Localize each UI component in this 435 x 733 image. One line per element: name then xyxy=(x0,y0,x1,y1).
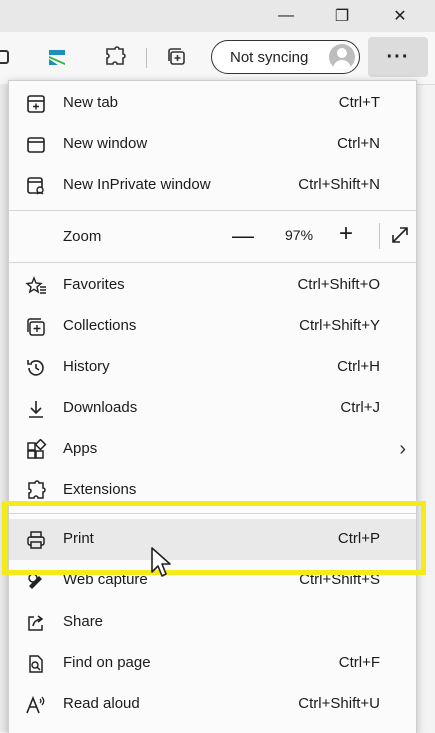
menu-item-label: Downloads xyxy=(63,399,138,416)
menu-item-share[interactable]: Share xyxy=(9,602,416,643)
favorites-icon xyxy=(25,276,46,294)
menu-item-find-on-page[interactable]: Find on page Ctrl+F xyxy=(9,643,416,684)
new-tab-icon xyxy=(27,95,45,113)
collections-icon[interactable] xyxy=(162,42,192,72)
minimize-button[interactable]: — xyxy=(262,0,310,32)
zoom-level: 97% xyxy=(285,227,314,243)
menu-item-read-aloud[interactable]: Read aloud Ctrl+Shift+U xyxy=(9,684,416,725)
profile-avatar xyxy=(329,44,355,70)
read-aloud-icon xyxy=(26,695,45,714)
settings-menu: New tab Ctrl+T New window Ctrl+N New InP… xyxy=(8,80,417,733)
settings-and-more-button[interactable]: ··· xyxy=(368,37,428,77)
toolbar-divider xyxy=(146,48,147,68)
menu-item-shortcut: Ctrl+T xyxy=(338,94,380,111)
menu-item-label: New InPrivate window xyxy=(63,176,211,193)
chevron-right-icon: › xyxy=(399,438,406,460)
extensions-icon xyxy=(28,480,46,499)
menu-item-shortcut: Ctrl+F xyxy=(338,654,380,671)
sync-status-button[interactable]: Not syncing xyxy=(211,40,360,74)
new-window-icon xyxy=(27,137,45,153)
menu-item-label: Read aloud xyxy=(63,695,140,712)
menu-item-new-inprivate-window[interactable]: New InPrivate window Ctrl+Shift+N xyxy=(9,165,416,206)
mouse-pointer-icon xyxy=(151,547,171,577)
collections-icon xyxy=(27,318,45,336)
zoom-out-button[interactable]: — xyxy=(231,223,255,249)
menu-item-new-tab[interactable]: New tab Ctrl+T xyxy=(9,83,416,124)
download-icon xyxy=(29,401,43,418)
menu-item-shortcut: Ctrl+Shift+O xyxy=(297,276,380,293)
menu-item-shortcut: Ctrl+Shift+N xyxy=(298,176,380,193)
menu-item-label: Favorites xyxy=(63,276,125,293)
share-icon xyxy=(28,615,44,631)
partial-toolbar-icon[interactable] xyxy=(0,42,16,72)
find-icon xyxy=(29,655,43,673)
menu-item-shortcut: Ctrl+Shift+Y xyxy=(299,317,380,334)
restore-button[interactable]: ❐ xyxy=(318,0,366,32)
menu-item-shortcut: Ctrl+H xyxy=(337,358,380,375)
menu-item-label: New window xyxy=(63,135,148,152)
title-bar: — ❐ ✕ xyxy=(0,0,435,32)
menu-item-collections[interactable]: Collections Ctrl+Shift+Y xyxy=(9,306,416,347)
menu-item-history[interactable]: History Ctrl+H xyxy=(9,347,416,388)
menu-item-label: Apps xyxy=(63,440,98,457)
apps-icon xyxy=(27,439,47,459)
sync-label: Not syncing xyxy=(230,48,309,66)
history-icon xyxy=(27,360,44,376)
menu-item-label: Extensions xyxy=(63,481,137,498)
extension-icon[interactable] xyxy=(100,42,130,72)
menu-item-label: Share xyxy=(63,613,104,630)
menu-item-label: Zoom xyxy=(63,228,102,245)
close-window-button[interactable]: ✕ xyxy=(376,0,424,32)
tab-actions-icon[interactable] xyxy=(42,42,72,72)
menu-separator xyxy=(9,262,416,263)
menu-item-label: Find on page xyxy=(63,654,151,671)
more-icon: ··· xyxy=(386,45,410,68)
menu-item-shortcut: Ctrl+J xyxy=(340,399,380,416)
minimize-icon: — xyxy=(278,7,294,24)
inprivate-icon xyxy=(27,177,44,195)
menu-item-new-window[interactable]: New window Ctrl+N xyxy=(9,124,416,165)
close-icon: ✕ xyxy=(393,8,407,25)
menu-item-label: History xyxy=(63,358,110,375)
menu-item-zoom: Zoom — 97% + xyxy=(9,215,416,259)
menu-item-apps[interactable]: Apps › xyxy=(9,429,416,470)
zoom-in-button[interactable]: + xyxy=(334,220,358,250)
restore-icon: ❐ xyxy=(334,8,350,25)
zoom-divider xyxy=(379,223,380,249)
menu-item-label: Collections xyxy=(63,317,137,334)
fullscreen-icon[interactable] xyxy=(389,224,411,246)
menu-separator xyxy=(9,210,416,211)
menu-item-shortcut: Ctrl+Shift+U xyxy=(298,695,380,712)
menu-item-shortcut: Ctrl+N xyxy=(337,135,380,152)
page-edge xyxy=(0,84,8,732)
highlight-box xyxy=(2,501,426,575)
menu-item-label: New tab xyxy=(63,94,119,111)
menu-item-downloads[interactable]: Downloads Ctrl+J xyxy=(9,388,416,429)
menu-item-favorites[interactable]: Favorites Ctrl+Shift+O xyxy=(9,265,416,306)
